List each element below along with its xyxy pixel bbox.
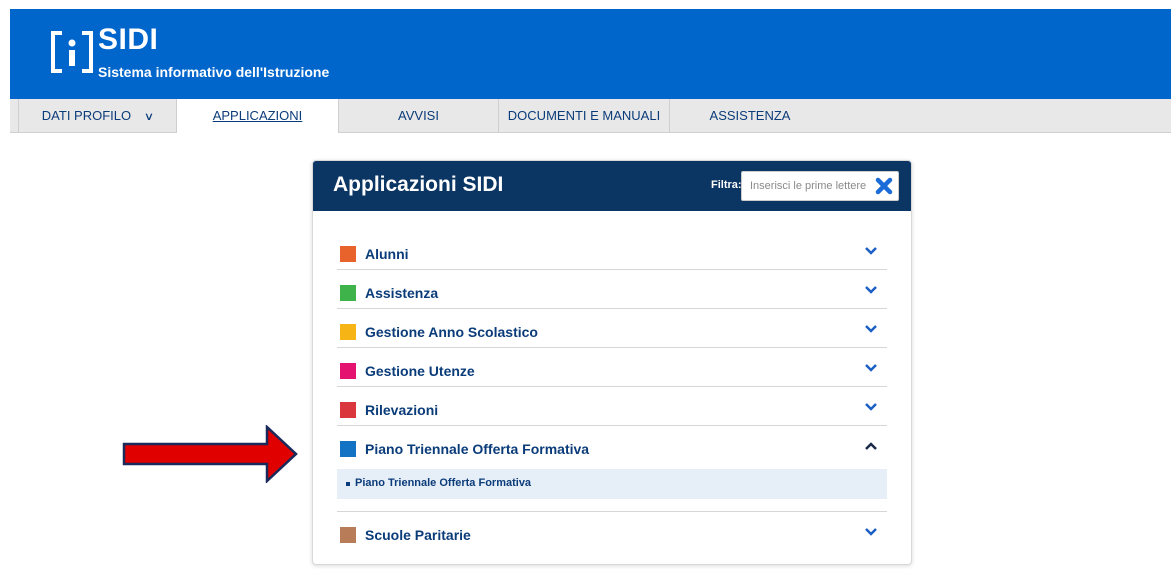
nav-dati-profilo-label: DATI PROFILO [41, 108, 132, 123]
category-color-square [340, 324, 356, 340]
app-subtitle: Sistema informativo dell'Istruzione [98, 64, 330, 80]
category-label: Piano Triennale Offerta Formativa [365, 441, 590, 457]
category-color-square [340, 285, 356, 301]
category-gestione-anno-scolastico[interactable]: Gestione Anno Scolastico [337, 309, 887, 348]
filter-label: Filtra: [711, 179, 742, 191]
red-arrow [122, 425, 298, 483]
app-title[interactable]: SIDI [98, 23, 158, 57]
category-color-square [340, 246, 356, 262]
chevron-down-icon: ∨ [143, 111, 155, 123]
category-ptof[interactable]: Piano Triennale Offerta Formativa [337, 426, 887, 465]
category-rilevazioni[interactable]: Rilevazioni [337, 387, 887, 426]
category-scuole-paritarie[interactable]: Scuole Paritarie [337, 512, 887, 551]
panel-header: Applicazioni SIDI Filtra: [313, 161, 911, 211]
chevron-up-icon[interactable] [864, 441, 878, 451]
nav-applicazioni-label: APPLICAZIONI [212, 108, 303, 123]
sub-item-label: Piano Triennale Offerta Formativa [355, 477, 532, 489]
nav-assistenza-label: ASSISTENZA [709, 108, 791, 123]
category-color-square [340, 363, 356, 379]
category-label: Alunni [365, 246, 409, 262]
category-label: Assistenza [365, 285, 439, 301]
category-assistenza[interactable]: Assistenza [337, 270, 887, 309]
category-color-square [340, 402, 356, 418]
panel-title: Applicazioni SIDI [333, 173, 504, 196]
category-color-square [340, 527, 356, 543]
nav-dati-profilo[interactable]: DATI PROFILO ∨ [18, 99, 177, 133]
category-label: Rilevazioni [365, 402, 439, 418]
nav-documenti-label: DOCUMENTI E MANUALI [507, 108, 661, 123]
site-header: SIDI Sistema informativo dell'Istruzione [10, 9, 1171, 99]
chevron-down-icon[interactable] [864, 324, 878, 334]
nav-documenti-manuali[interactable]: DOCUMENTI E MANUALI [499, 99, 670, 133]
close-icon[interactable] [875, 177, 893, 195]
bullet-icon [346, 482, 350, 486]
chevron-down-icon[interactable] [864, 246, 878, 256]
nav-applicazioni[interactable]: APPLICAZIONI [177, 99, 339, 133]
applications-panel: Applicazioni SIDI Filtra: Alunni Assiste… [312, 160, 912, 565]
category-label: Gestione Utenze [365, 363, 475, 379]
chevron-down-icon[interactable] [864, 402, 878, 412]
nav-avvisi[interactable]: AVVISI [339, 99, 499, 133]
category-alunni[interactable]: Alunni [337, 231, 887, 270]
category-label: Gestione Anno Scolastico [365, 324, 538, 340]
main-nav: DATI PROFILO ∨ APPLICAZIONI AVVISI DOCUME… [10, 99, 1171, 133]
chevron-down-icon[interactable] [864, 285, 878, 295]
category-gestione-utenze[interactable]: Gestione Utenze [337, 348, 887, 387]
category-label: Scuole Paritarie [365, 527, 471, 543]
nav-avvisi-label: AVVISI [398, 108, 439, 123]
chevron-down-icon[interactable] [864, 363, 878, 373]
nav-assistenza[interactable]: ASSISTENZA [670, 99, 830, 133]
category-color-square [340, 441, 356, 457]
sidi-logo-icon[interactable] [50, 30, 94, 74]
chevron-down-icon[interactable] [864, 527, 878, 537]
sub-item-ptof[interactable]: Piano Triennale Offerta Formativa [337, 469, 887, 499]
